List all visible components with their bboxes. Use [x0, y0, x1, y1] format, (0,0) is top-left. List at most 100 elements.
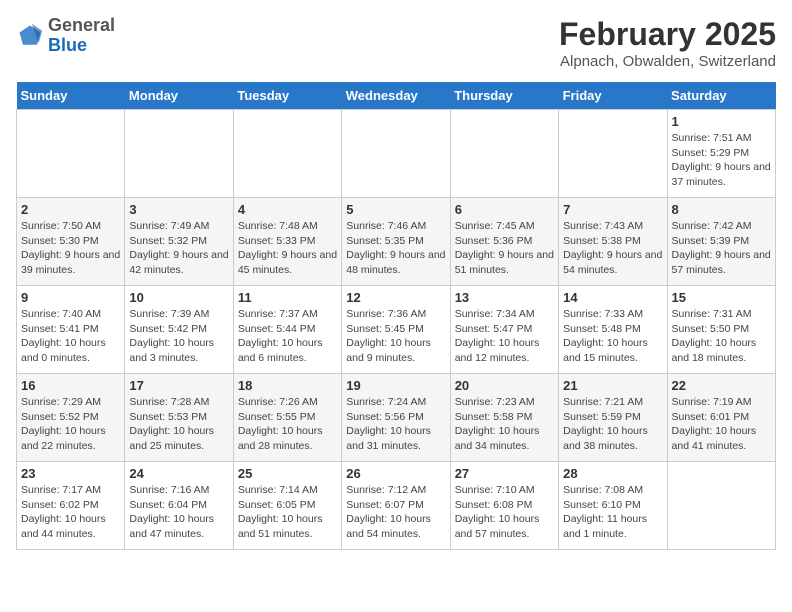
day-cell: 13Sunrise: 7:34 AM Sunset: 5:47 PM Dayli…	[450, 286, 558, 374]
day-cell: 1Sunrise: 7:51 AM Sunset: 5:29 PM Daylig…	[667, 110, 775, 198]
header-cell-thursday: Thursday	[450, 82, 558, 110]
day-info: Sunrise: 7:12 AM Sunset: 6:07 PM Dayligh…	[346, 483, 445, 542]
day-cell: 23 Sunrise: 7:17 AM Sunset: 6:02 PM Dayli…	[17, 462, 125, 550]
day-cell	[233, 110, 341, 198]
day-cell: 21Sunrise: 7:21 AM Sunset: 5:59 PM Dayli…	[559, 374, 667, 462]
day-cell: 17 Sunrise: 7:28 AM Sunset: 5:53 PM Dayli…	[125, 374, 233, 462]
day-info: Sunrise: 7:29 AM Sunset: 5:52 PM Dayligh…	[21, 395, 120, 454]
location: Alpnach, Obwalden, Switzerland	[559, 53, 776, 70]
day-info: Sunrise: 7:26 AM Sunset: 5:55 PM Dayligh…	[238, 395, 337, 454]
day-cell: 10Sunrise: 7:39 AM Sunset: 5:42 PM Dayli…	[125, 286, 233, 374]
day-cell: 18 Sunrise: 7:26 AM Sunset: 5:55 PM Dayli…	[233, 374, 341, 462]
week-row-1: 1Sunrise: 7:51 AM Sunset: 5:29 PM Daylig…	[17, 110, 776, 198]
calendar-table: SundayMondayTuesdayWednesdayThursdayFrid…	[16, 82, 776, 550]
day-cell: 14 Sunrise: 7:33 AM Sunset: 5:48 PM Dayli…	[559, 286, 667, 374]
header-cell-monday: Monday	[125, 82, 233, 110]
day-info: Sunrise: 7:24 AM Sunset: 5:56 PM Dayligh…	[346, 395, 445, 454]
day-cell	[667, 462, 775, 550]
logo-blue-text: Blue	[48, 35, 87, 55]
day-info: Sunrise: 7:46 AM Sunset: 5:35 PM Dayligh…	[346, 219, 445, 278]
day-cell: 2 Sunrise: 7:50 AM Sunset: 5:30 PM Daylig…	[17, 198, 125, 286]
day-number: 28	[563, 466, 662, 481]
day-cell: 19 Sunrise: 7:24 AM Sunset: 5:56 PM Dayli…	[342, 374, 450, 462]
day-cell	[559, 110, 667, 198]
day-cell: 3 Sunrise: 7:49 AM Sunset: 5:32 PM Daylig…	[125, 198, 233, 286]
day-cell: 6 Sunrise: 7:45 AM Sunset: 5:36 PM Daylig…	[450, 198, 558, 286]
day-info: Sunrise: 7:39 AM Sunset: 5:42 PM Dayligh…	[129, 307, 228, 366]
day-info: Sunrise: 7:31 AM Sunset: 5:50 PM Dayligh…	[672, 307, 771, 366]
day-info: Sunrise: 7:43 AM Sunset: 5:38 PM Dayligh…	[563, 219, 662, 278]
day-number: 9	[21, 290, 120, 305]
day-number: 3	[129, 202, 228, 217]
header-row: SundayMondayTuesdayWednesdayThursdayFrid…	[17, 82, 776, 110]
day-info: Sunrise: 7:49 AM Sunset: 5:32 PM Dayligh…	[129, 219, 228, 278]
logo-icon	[16, 22, 44, 50]
day-number: 24	[129, 466, 228, 481]
day-cell: 11 Sunrise: 7:37 AM Sunset: 5:44 PM Dayli…	[233, 286, 341, 374]
day-number: 21	[563, 378, 662, 393]
day-info: Sunrise: 7:37 AM Sunset: 5:44 PM Dayligh…	[238, 307, 337, 366]
day-info: Sunrise: 7:23 AM Sunset: 5:58 PM Dayligh…	[455, 395, 554, 454]
day-cell: 27 Sunrise: 7:10 AM Sunset: 6:08 PM Dayli…	[450, 462, 558, 550]
day-info: Sunrise: 7:17 AM Sunset: 6:02 PM Dayligh…	[21, 483, 120, 542]
logo-general-text: General	[48, 15, 115, 35]
day-info: Sunrise: 7:50 AM Sunset: 5:30 PM Dayligh…	[21, 219, 120, 278]
day-cell: 7 Sunrise: 7:43 AM Sunset: 5:38 PM Daylig…	[559, 198, 667, 286]
day-cell: 9 Sunrise: 7:40 AM Sunset: 5:41 PM Daylig…	[17, 286, 125, 374]
calendar-header: SundayMondayTuesdayWednesdayThursdayFrid…	[17, 82, 776, 110]
day-number: 23	[21, 466, 120, 481]
title-block: February 2025 Alpnach, Obwalden, Switzer…	[559, 16, 776, 70]
day-number: 4	[238, 202, 337, 217]
day-cell: 8Sunrise: 7:42 AM Sunset: 5:39 PM Daylig…	[667, 198, 775, 286]
day-cell: 20 Sunrise: 7:23 AM Sunset: 5:58 PM Dayli…	[450, 374, 558, 462]
day-cell: 16Sunrise: 7:29 AM Sunset: 5:52 PM Dayli…	[17, 374, 125, 462]
day-number: 27	[455, 466, 554, 481]
day-info: Sunrise: 7:42 AM Sunset: 5:39 PM Dayligh…	[672, 219, 771, 278]
day-info: Sunrise: 7:14 AM Sunset: 6:05 PM Dayligh…	[238, 483, 337, 542]
day-cell: 24Sunrise: 7:16 AM Sunset: 6:04 PM Dayli…	[125, 462, 233, 550]
day-cell	[17, 110, 125, 198]
day-cell	[125, 110, 233, 198]
day-cell: 22Sunrise: 7:19 AM Sunset: 6:01 PM Dayli…	[667, 374, 775, 462]
week-row-3: 9 Sunrise: 7:40 AM Sunset: 5:41 PM Daylig…	[17, 286, 776, 374]
day-cell: 4 Sunrise: 7:48 AM Sunset: 5:33 PM Daylig…	[233, 198, 341, 286]
day-info: Sunrise: 7:08 AM Sunset: 6:10 PM Dayligh…	[563, 483, 662, 542]
day-info: Sunrise: 7:45 AM Sunset: 5:36 PM Dayligh…	[455, 219, 554, 278]
day-info: Sunrise: 7:28 AM Sunset: 5:53 PM Dayligh…	[129, 395, 228, 454]
day-cell	[450, 110, 558, 198]
day-info: Sunrise: 7:36 AM Sunset: 5:45 PM Dayligh…	[346, 307, 445, 366]
day-number: 5	[346, 202, 445, 217]
day-number: 12	[346, 290, 445, 305]
day-info: Sunrise: 7:34 AM Sunset: 5:47 PM Dayligh…	[455, 307, 554, 366]
day-info: Sunrise: 7:48 AM Sunset: 5:33 PM Dayligh…	[238, 219, 337, 278]
header-cell-friday: Friday	[559, 82, 667, 110]
day-cell: 12 Sunrise: 7:36 AM Sunset: 5:45 PM Dayli…	[342, 286, 450, 374]
calendar-body: 1Sunrise: 7:51 AM Sunset: 5:29 PM Daylig…	[17, 110, 776, 550]
header-cell-tuesday: Tuesday	[233, 82, 341, 110]
header-cell-wednesday: Wednesday	[342, 82, 450, 110]
day-cell	[342, 110, 450, 198]
day-info: Sunrise: 7:33 AM Sunset: 5:48 PM Dayligh…	[563, 307, 662, 366]
day-number: 14	[563, 290, 662, 305]
day-number: 7	[563, 202, 662, 217]
month-title: February 2025	[559, 16, 776, 53]
day-number: 17	[129, 378, 228, 393]
day-info: Sunrise: 7:51 AM Sunset: 5:29 PM Dayligh…	[672, 131, 771, 190]
day-number: 19	[346, 378, 445, 393]
page-header: General Blue February 2025 Alpnach, Obwa…	[16, 16, 776, 70]
day-number: 6	[455, 202, 554, 217]
day-number: 20	[455, 378, 554, 393]
week-row-2: 2 Sunrise: 7:50 AM Sunset: 5:30 PM Daylig…	[17, 198, 776, 286]
day-info: Sunrise: 7:10 AM Sunset: 6:08 PM Dayligh…	[455, 483, 554, 542]
day-number: 26	[346, 466, 445, 481]
week-row-5: 23 Sunrise: 7:17 AM Sunset: 6:02 PM Dayli…	[17, 462, 776, 550]
day-number: 25	[238, 466, 337, 481]
day-number: 11	[238, 290, 337, 305]
day-number: 15	[672, 290, 771, 305]
day-cell: 15 Sunrise: 7:31 AM Sunset: 5:50 PM Dayli…	[667, 286, 775, 374]
day-number: 2	[21, 202, 120, 217]
header-cell-saturday: Saturday	[667, 82, 775, 110]
day-number: 18	[238, 378, 337, 393]
day-cell: 5 Sunrise: 7:46 AM Sunset: 5:35 PM Daylig…	[342, 198, 450, 286]
day-info: Sunrise: 7:40 AM Sunset: 5:41 PM Dayligh…	[21, 307, 120, 366]
